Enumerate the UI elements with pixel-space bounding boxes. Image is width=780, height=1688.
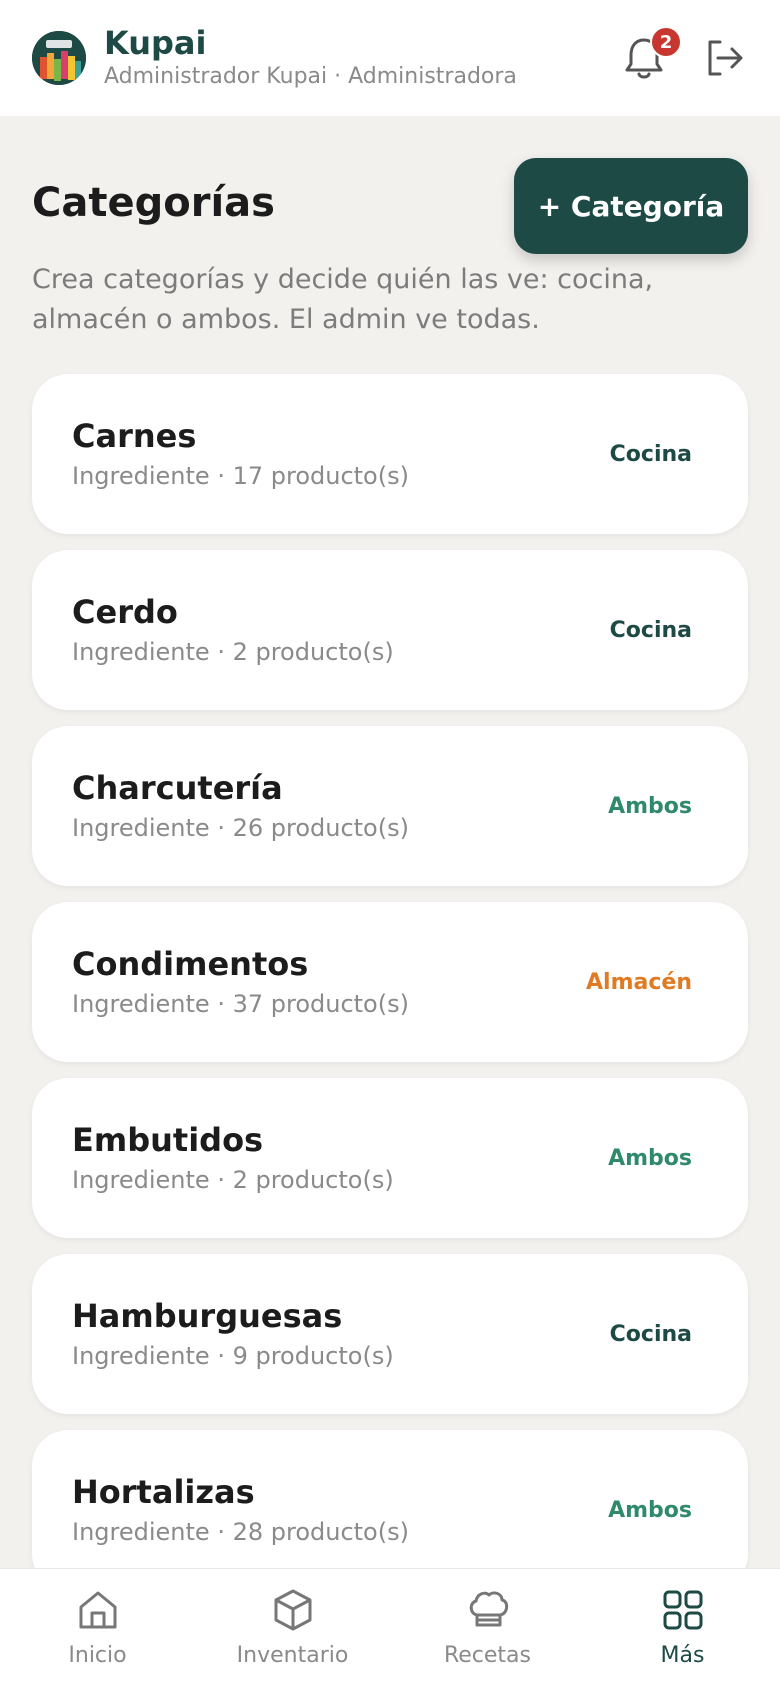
category-meta: Ingrediente · 28 producto(s) [72,1518,409,1546]
nav-label: Recetas [443,1643,532,1668]
user-role-line: Administrador Kupai · Administradora [104,64,517,89]
category-info: Hamburguesas Ingrediente · 9 producto(s) [72,1295,394,1373]
nav-item-mas[interactable]: Más [585,1569,780,1688]
category-info: Cerdo Ingrediente · 2 producto(s) [72,591,394,669]
category-meta: Ingrediente · 17 producto(s) [72,462,409,490]
category-info: Condimentos Ingrediente · 37 producto(s) [72,943,409,1021]
category-name: Hamburguesas [72,1297,343,1335]
nav-label: Inventario [236,1643,349,1668]
visibility-tag: Cocina [609,441,692,467]
category-meta: Ingrediente · 37 producto(s) [72,990,409,1018]
box-icon [274,1589,311,1631]
category-card[interactable]: Hamburguesas Ingrediente · 9 producto(s)… [32,1254,748,1414]
category-name: Hortalizas [72,1473,255,1511]
top-header: Kupai Administrador Kupai · Administrado… [0,0,780,116]
app-screen: Kupai Administrador Kupai · Administrado… [0,0,780,1688]
home-icon [79,1591,116,1629]
category-info: Charcutería Ingrediente · 26 producto(s) [72,767,409,845]
category-meta: Ingrediente · 2 producto(s) [72,638,394,666]
category-name: Condimentos [72,945,309,983]
visibility-tag: Ambos [608,1145,692,1171]
visibility-tag: Cocina [609,617,692,643]
category-name: Carnes [72,417,197,455]
logout-button[interactable] [700,34,748,82]
category-name: Embutidos [72,1121,264,1159]
add-category-button[interactable]: + Categoría [514,158,748,254]
visibility-tag: Cocina [609,1321,692,1347]
category-card[interactable]: Charcutería Ingrediente · 26 producto(s)… [32,726,748,886]
visibility-tag: Almacén [586,969,692,995]
category-name: Cerdo [72,593,178,631]
category-card[interactable]: Hortalizas Ingrediente · 28 producto(s) … [32,1430,748,1590]
category-card[interactable]: Carnes Ingrediente · 17 producto(s) Coci… [32,374,748,534]
category-card[interactable]: Embutidos Ingrediente · 2 producto(s) Am… [32,1078,748,1238]
category-card[interactable]: Cerdo Ingrediente · 2 producto(s) Cocina [32,550,748,710]
nav-label: Más [660,1643,705,1668]
kupai-logo [32,31,86,85]
category-card[interactable]: Condimentos Ingrediente · 37 producto(s)… [32,902,748,1062]
grid-icon [663,1590,702,1630]
brand-name: Kupai [104,24,207,62]
category-meta: Ingrediente · 2 producto(s) [72,1166,394,1194]
page-title: Categorías [32,180,275,226]
visibility-tag: Ambos [608,1497,692,1523]
nav-item-inventario[interactable]: Inventario [195,1569,390,1688]
logout-icon [708,40,743,76]
category-info: Carnes Ingrediente · 17 producto(s) [72,415,409,493]
category-meta: Ingrediente · 26 producto(s) [72,814,409,842]
category-list: Carnes Ingrediente · 17 producto(s) Coci… [32,374,748,1606]
header-text: Kupai Administrador Kupai · Administrado… [104,24,620,92]
category-meta: Ingrediente · 9 producto(s) [72,1342,394,1370]
nav-label: Inicio [68,1643,127,1668]
category-info: Embutidos Ingrediente · 2 producto(s) [72,1119,394,1197]
category-info: Hortalizas Ingrediente · 28 producto(s) [72,1471,409,1549]
bottom-nav: Inicio Inventario Recetas Más [0,1568,780,1688]
nav-item-inicio[interactable]: Inicio [0,1569,195,1688]
nav-item-recetas[interactable]: Recetas [390,1569,585,1688]
page-description: Crea categorías y decide quién las ve: c… [32,264,654,335]
visibility-tag: Ambos [608,793,692,819]
chef-hat-icon [469,1591,508,1627]
category-name: Charcutería [72,769,283,807]
notification-count-badge: 2 [650,26,682,58]
header-actions: 2 [620,26,748,82]
notifications-button[interactable]: 2 [620,26,682,82]
